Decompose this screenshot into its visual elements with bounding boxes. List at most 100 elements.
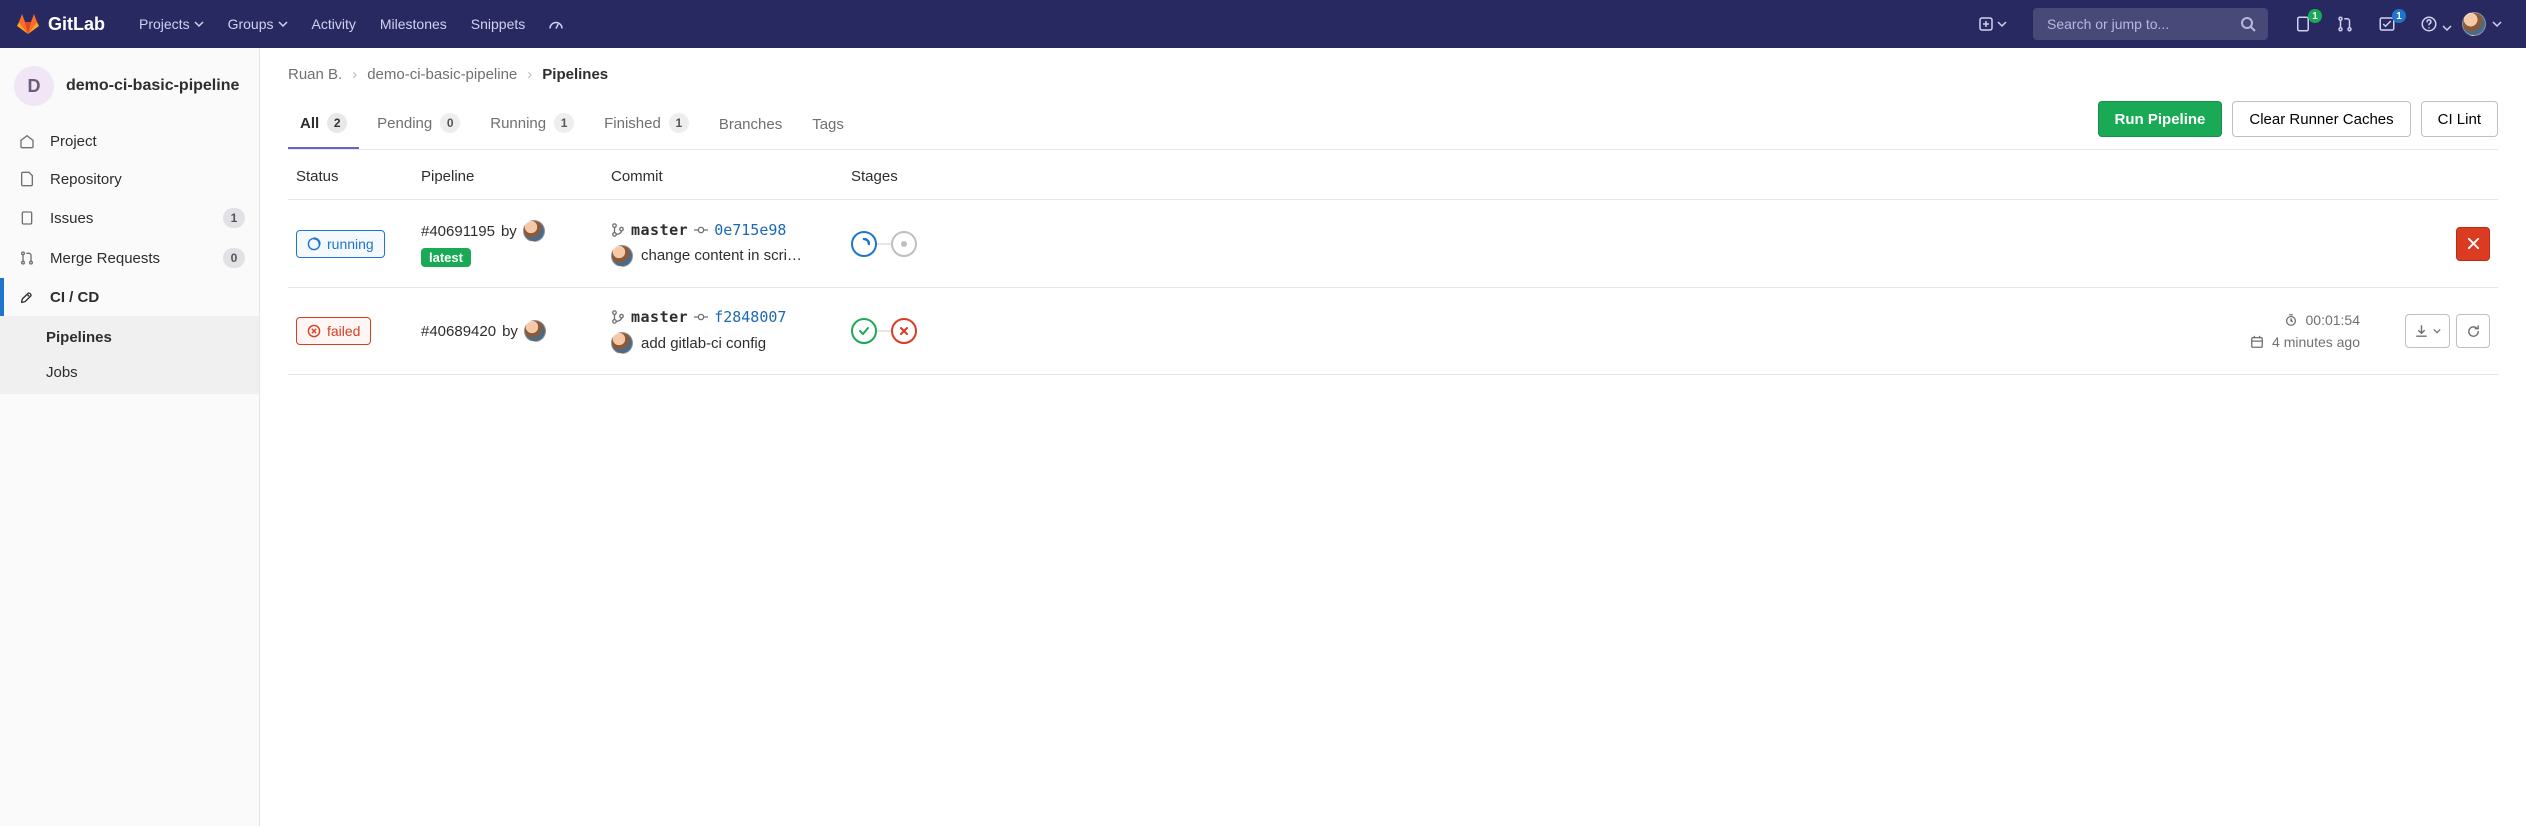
close-icon — [898, 325, 910, 337]
clear-runner-caches-button[interactable]: Clear Runner Caches — [2232, 101, 2410, 137]
chevron-down-icon — [2492, 19, 2502, 29]
nav-performance-icon[interactable] — [539, 7, 573, 41]
commit-message[interactable]: add gitlab-ci config — [641, 335, 766, 352]
tab-branches[interactable]: Branches — [707, 102, 794, 149]
global-search[interactable] — [2033, 8, 2268, 40]
retry-pipeline-button[interactable] — [2456, 314, 2490, 348]
crumb-project[interactable]: demo-ci-basic-pipeline — [367, 66, 517, 83]
issues-count: 1 — [223, 208, 245, 228]
gitlab-logo-icon — [16, 12, 40, 36]
stages-graph — [851, 231, 2170, 257]
nav-projects[interactable]: Projects — [129, 8, 214, 40]
breadcrumb: Ruan B. › demo-ci-basic-pipeline › Pipel… — [288, 66, 2498, 99]
branch-icon — [611, 223, 625, 237]
run-pipeline-button[interactable]: Run Pipeline — [2098, 101, 2223, 137]
new-dropdown[interactable] — [1971, 11, 2015, 37]
sidebar-label: Repository — [50, 171, 122, 188]
by-text: by — [502, 323, 518, 340]
merge-request-icon — [2336, 15, 2354, 33]
sidebar-sub-pipelines[interactable]: Pipelines — [0, 320, 259, 355]
nav-todos[interactable]: 1 — [2370, 7, 2404, 41]
project-header[interactable]: D demo-ci-basic-pipeline — [0, 56, 259, 122]
user-avatar — [2462, 12, 2486, 36]
nav-merge-requests[interactable] — [2328, 7, 2362, 41]
tab-finished[interactable]: Finished 1 — [592, 99, 701, 149]
brand[interactable]: GitLab — [16, 12, 105, 36]
nav-activity[interactable]: Activity — [302, 8, 366, 40]
main-content: Ruan B. › demo-ci-basic-pipeline › Pipel… — [260, 48, 2526, 826]
chevron-down-icon — [2442, 23, 2452, 33]
stage-created[interactable] — [891, 231, 917, 257]
manual-actions-dropdown[interactable] — [2405, 314, 2450, 348]
col-stages: Stages — [843, 150, 2178, 200]
tab-count: 2 — [327, 113, 347, 133]
branch-name[interactable]: master — [631, 221, 688, 239]
ci-lint-button[interactable]: CI Lint — [2421, 101, 2498, 137]
top-navbar: GitLab Projects Groups Activity Mileston… — [0, 0, 2526, 48]
by-text: by — [501, 223, 517, 240]
tab-count: 1 — [669, 113, 689, 133]
sidebar-item-repository[interactable]: Repository — [0, 160, 259, 198]
nav-help[interactable] — [2412, 7, 2446, 41]
close-icon — [2466, 236, 2481, 251]
file-icon — [18, 170, 36, 188]
stage-failed[interactable] — [891, 318, 917, 344]
status-badge-running[interactable]: running — [296, 230, 385, 258]
tab-tags[interactable]: Tags — [800, 102, 856, 149]
sidebar-item-project[interactable]: Project — [0, 122, 259, 160]
project-name: demo-ci-basic-pipeline — [66, 76, 239, 96]
col-status: Status — [288, 150, 413, 200]
commit-sha[interactable]: 0e715e98 — [714, 221, 786, 239]
commit-sha[interactable]: f2848007 — [714, 308, 786, 326]
sidebar-label: Project — [50, 133, 97, 150]
merge-request-icon — [18, 249, 36, 267]
tab-pending[interactable]: Pending 0 — [365, 99, 472, 149]
chevron-down-icon — [1997, 19, 2007, 29]
triggerer-avatar[interactable] — [523, 220, 545, 242]
col-pipeline: Pipeline — [413, 150, 603, 200]
check-icon — [858, 325, 870, 337]
pipeline-scope-tabs: All 2 Pending 0 Running 1 Finished 1 Bra… — [288, 99, 856, 149]
triggerer-avatar[interactable] — [524, 320, 546, 342]
tab-all[interactable]: All 2 — [288, 99, 359, 149]
stage-running[interactable] — [851, 231, 877, 257]
nav-issues[interactable]: 1 — [2286, 7, 2320, 41]
chevron-down-icon — [2433, 327, 2441, 335]
pipeline-id[interactable]: #40689420 — [421, 323, 496, 340]
gauge-icon — [547, 15, 565, 33]
nav-snippets[interactable]: Snippets — [461, 8, 535, 40]
branch-name[interactable]: master — [631, 308, 688, 326]
sidebar-item-cicd[interactable]: CI / CD — [0, 278, 259, 316]
page-actions: Run Pipeline Clear Runner Caches CI Lint — [2098, 101, 2498, 147]
pipeline-row: running #40691195 by latest — [288, 200, 2498, 288]
sidebar-label: CI / CD — [50, 289, 99, 306]
status-badge-failed[interactable]: failed — [296, 317, 371, 345]
cancel-pipeline-button[interactable] — [2456, 227, 2490, 261]
committer-avatar[interactable] — [611, 332, 633, 354]
commit-icon — [694, 223, 708, 237]
commit-message[interactable]: change content in scri… — [641, 247, 802, 264]
tab-running[interactable]: Running 1 — [478, 99, 586, 149]
branch-icon — [611, 310, 625, 324]
nav-groups[interactable]: Groups — [218, 8, 298, 40]
failed-icon — [307, 324, 321, 338]
cicd-submenu: Pipelines Jobs — [0, 316, 259, 394]
crumb-user[interactable]: Ruan B. — [288, 66, 342, 83]
project-sidebar: D demo-ci-basic-pipeline Project Reposit… — [0, 48, 260, 826]
pipeline-id[interactable]: #40691195 — [421, 223, 495, 240]
stages-graph — [851, 318, 2170, 344]
committer-avatar[interactable] — [611, 245, 633, 267]
search-input[interactable] — [2045, 15, 2230, 33]
rocket-icon — [18, 288, 36, 306]
nav-milestones[interactable]: Milestones — [370, 8, 457, 40]
project-avatar: D — [14, 66, 54, 106]
running-icon — [307, 237, 321, 251]
chevron-down-icon — [278, 19, 288, 29]
sidebar-sub-jobs[interactable]: Jobs — [0, 355, 259, 390]
stage-passed[interactable] — [851, 318, 877, 344]
sidebar-item-merge-requests[interactable]: Merge Requests 0 — [0, 238, 259, 278]
crumb-current: Pipelines — [542, 66, 608, 83]
sidebar-item-issues[interactable]: Issues 1 — [0, 198, 259, 238]
download-icon — [2414, 324, 2429, 339]
user-menu[interactable] — [2454, 6, 2510, 42]
